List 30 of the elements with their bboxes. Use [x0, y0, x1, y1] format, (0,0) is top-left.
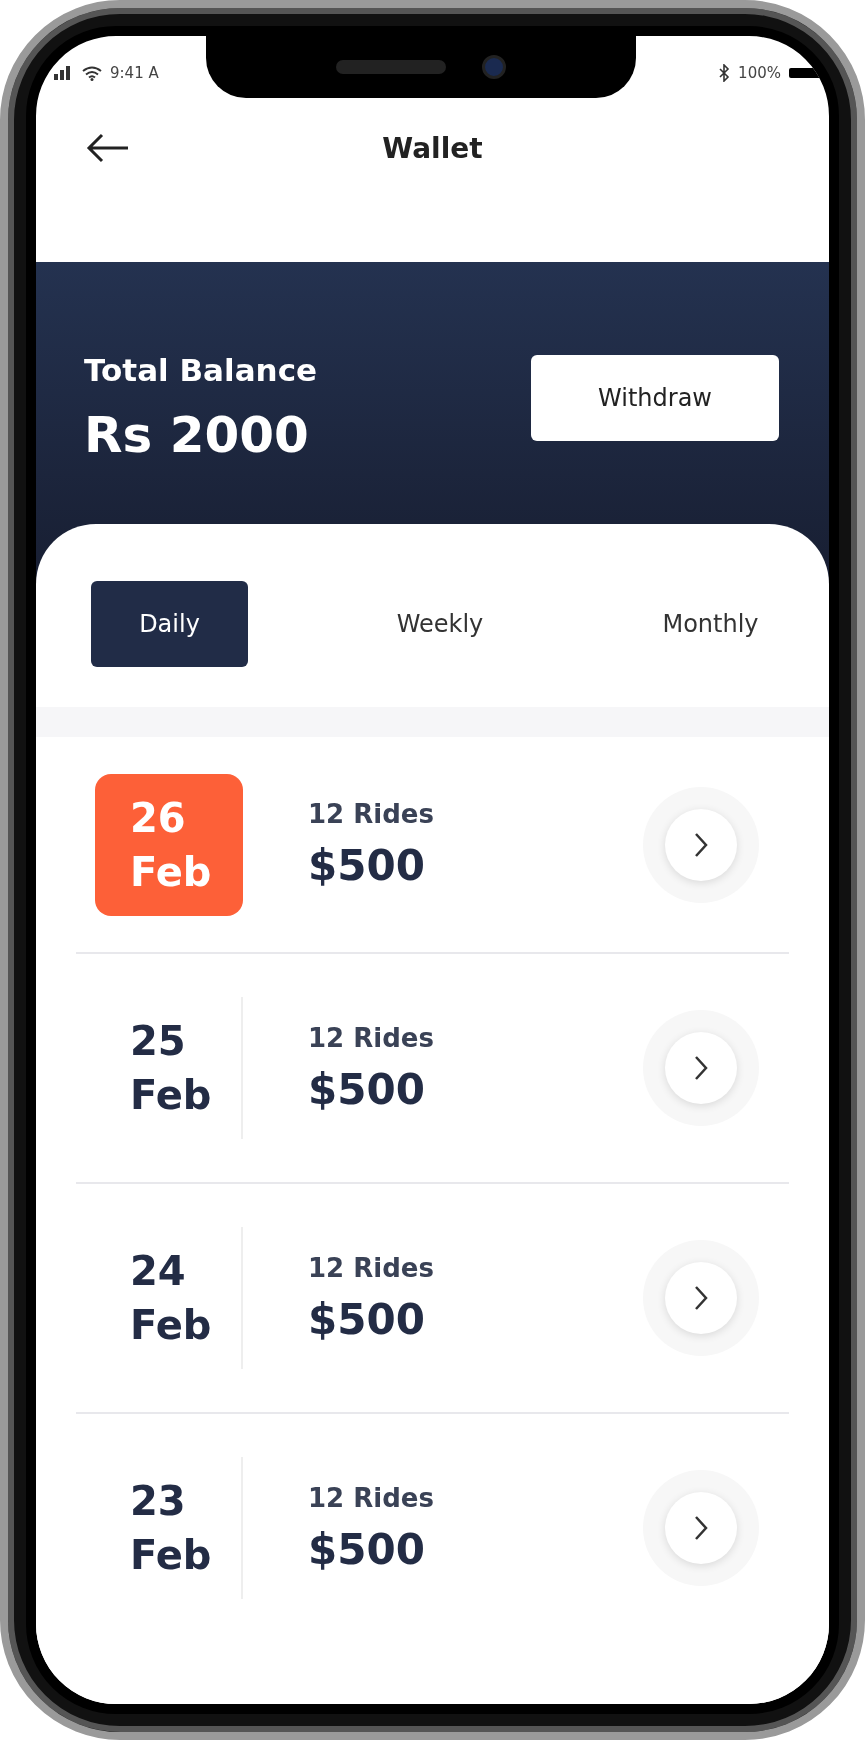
screen-title: Wallet — [382, 131, 483, 165]
chevron-right-icon — [694, 831, 708, 858]
period-tab[interactable]: Monthly — [632, 581, 789, 667]
date-badge: 26 Feb — [95, 773, 243, 916]
balance-label: Total Balance — [84, 352, 318, 388]
balance-amount: Rs 2000 — [84, 406, 310, 464]
rides-count: 12 Rides — [308, 799, 434, 829]
speaker-icon — [336, 60, 446, 74]
date-label: 23 Feb — [95, 1457, 243, 1599]
status-time: 9:41 A — [110, 64, 159, 82]
chevron-right-icon — [694, 1515, 708, 1541]
chevron-right-icon — [694, 1055, 708, 1081]
withdraw-button[interactable]: Withdraw — [531, 355, 779, 441]
ride-amount: $500 — [308, 1064, 426, 1114]
chevron-right-icon — [694, 1285, 708, 1311]
bluetooth-icon — [718, 64, 731, 82]
wifi-icon — [82, 65, 102, 81]
ride-amount: $500 — [308, 841, 426, 890]
back-arrow-icon[interactable] — [86, 133, 130, 163]
rides-count: 12 Rides — [308, 1252, 434, 1283]
period-tab[interactable]: Daily — [91, 581, 248, 667]
battery-percent: 100% — [738, 64, 781, 82]
camera-icon — [482, 55, 506, 79]
rides-count: 12 Rides — [308, 1482, 434, 1513]
date-label: 24 Feb — [95, 1227, 243, 1369]
rides-count: 12 Rides — [308, 1022, 434, 1053]
ride-amount: $500 — [308, 1294, 426, 1344]
date-label: 25 Feb — [95, 997, 243, 1139]
period-tab[interactable]: Weekly — [361, 581, 519, 667]
ride-amount: $500 — [308, 1524, 426, 1574]
